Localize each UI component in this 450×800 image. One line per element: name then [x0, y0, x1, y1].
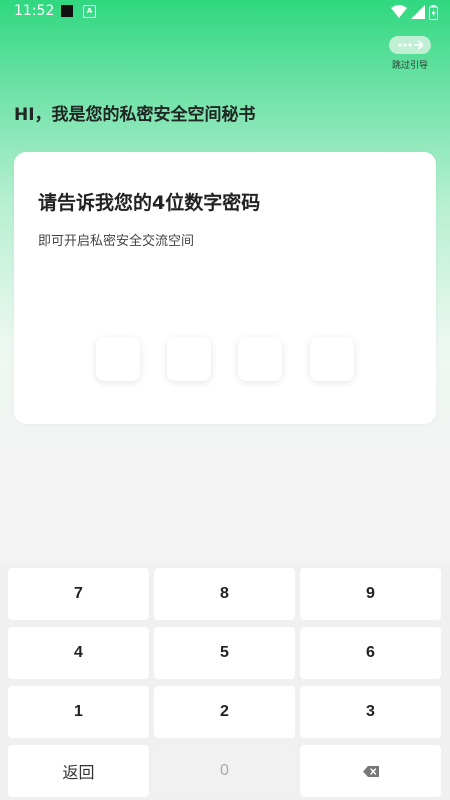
delete-button[interactable]: [300, 745, 441, 797]
a-badge-icon: A: [83, 5, 96, 18]
numeric-keypad: 7 8 9 4 5 6 1 2 3 返回 0: [0, 564, 450, 800]
skip-guide-label: 跳过引导: [391, 61, 428, 71]
signal-icon: [411, 5, 425, 19]
key-2[interactable]: 2: [154, 686, 295, 738]
notification-square-icon: [61, 5, 73, 17]
key-0[interactable]: 0: [154, 745, 295, 797]
pin-digit-box-1[interactable]: [96, 337, 140, 381]
key-1[interactable]: 1: [8, 686, 149, 738]
pin-card-title: 请告诉我您的4位数字密码: [38, 192, 261, 214]
skip-guide-button[interactable]: 跳过引导: [386, 36, 434, 71]
key-9[interactable]: 9: [300, 568, 441, 620]
status-icons: [391, 4, 438, 20]
back-button[interactable]: 返回: [8, 745, 149, 797]
pin-card: 请告诉我您的4位数字密码 即可开启私密安全交流空间: [14, 152, 436, 424]
key-3[interactable]: 3: [300, 686, 441, 738]
status-time: 11:52: [14, 3, 55, 19]
greeting-text: HI，我是您的私密安全空间秘书: [14, 105, 256, 125]
key-6[interactable]: 6: [300, 627, 441, 679]
key-8[interactable]: 8: [154, 568, 295, 620]
pin-digit-box-3[interactable]: [238, 337, 282, 381]
pin-digit-box-4[interactable]: [310, 337, 354, 381]
backspace-icon: [362, 765, 379, 777]
pin-digit-box-2[interactable]: [167, 337, 211, 381]
skip-arrow-icon: [389, 36, 431, 54]
wifi-icon: [391, 5, 407, 18]
key-7[interactable]: 7: [8, 568, 149, 620]
key-4[interactable]: 4: [8, 627, 149, 679]
status-bar: 11:52 A: [0, 0, 450, 24]
key-5[interactable]: 5: [154, 627, 295, 679]
battery-icon: [429, 4, 438, 20]
pin-card-subtitle: 即可开启私密安全交流空间: [38, 234, 195, 249]
